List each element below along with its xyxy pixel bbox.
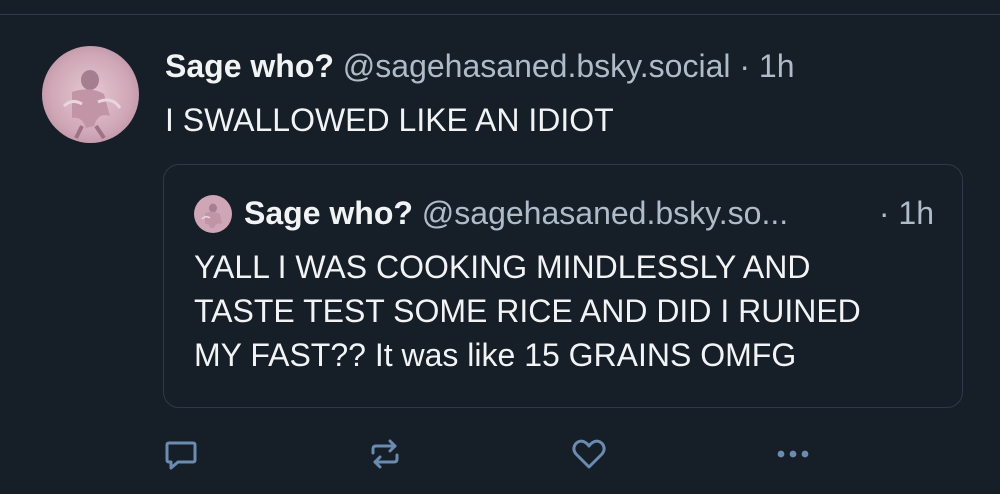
quoted-text: YALL I WAS COOKING MINDLESSLY AND TASTE … (194, 245, 934, 377)
avatar-image (42, 46, 139, 143)
quoted-author-handle: @sagehasaned.bsky.so... (421, 195, 789, 231)
author-handle[interactable]: @sagehasaned.bsky.social (343, 48, 731, 84)
quoted-header: Sage who? @sagehasaned.bsky.so... (244, 193, 788, 233)
post-time[interactable]: 1h (759, 48, 795, 84)
reply-icon (165, 441, 197, 470)
post-header: Sage who? @sagehasaned.bsky.social · 1h (165, 46, 795, 86)
author-avatar[interactable] (42, 46, 139, 143)
reply-button[interactable] (161, 434, 201, 474)
like-button[interactable] (569, 434, 609, 474)
post-text: I SWALLOWED LIKE AN IDIOT (165, 102, 614, 138)
more-icon (777, 450, 809, 458)
quoted-text-line: MY FAST?? It was like 15 GRAINS OMFG (194, 337, 797, 373)
like-icon (572, 439, 606, 469)
repost-icon (371, 439, 399, 469)
quoted-time-wrap: · 1h (879, 193, 934, 233)
author-name[interactable]: Sage who? (165, 48, 334, 84)
quoted-author-name: Sage who? (244, 195, 413, 231)
more-options-button[interactable] (773, 434, 813, 474)
quoted-author-avatar (194, 195, 232, 233)
separator-dot: · (739, 48, 751, 84)
quoted-text-line: TASTE TEST SOME RICE AND DID I RUINED (194, 293, 861, 329)
quoted-time: 1h (898, 195, 934, 231)
top-divider (0, 14, 1000, 15)
quoted-avatar-image (194, 195, 232, 233)
quoted-separator-dot: · (878, 195, 890, 231)
quoted-post[interactable]: Sage who? @sagehasaned.bsky.so... · 1h Y… (163, 164, 963, 408)
quoted-text-line: YALL I WAS COOKING MINDLESSLY AND (194, 249, 811, 285)
repost-button[interactable] (365, 434, 405, 474)
